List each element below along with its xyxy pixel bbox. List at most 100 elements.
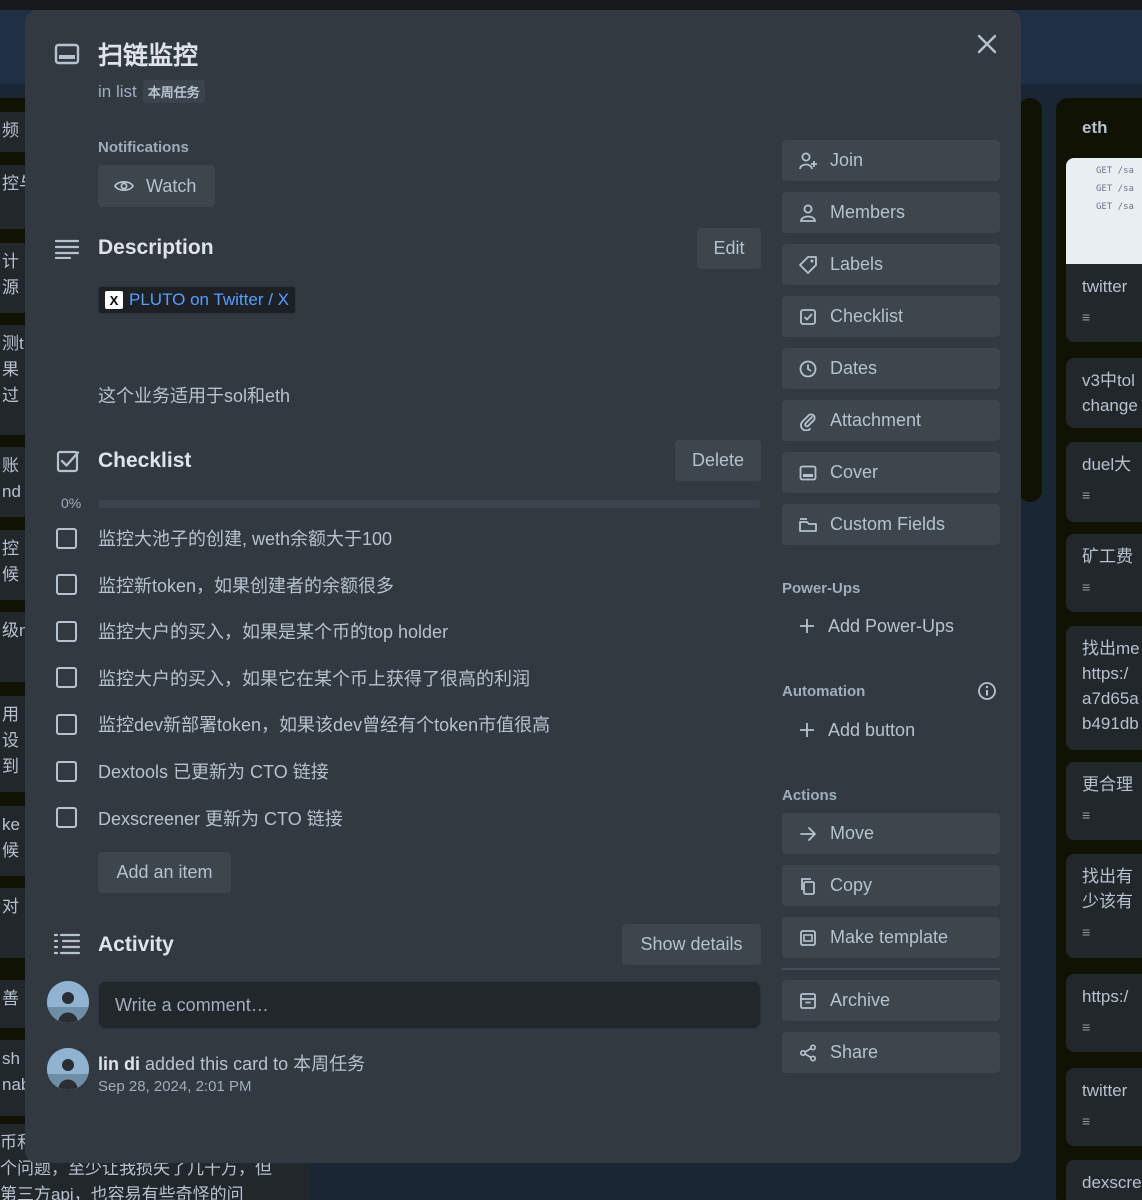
board-card-text: 源 (2, 278, 19, 297)
activity-action: added this card to 本周任务 (145, 1054, 366, 1074)
add-automation-button[interactable]: Add button (782, 711, 915, 749)
members-button[interactable]: Members (782, 192, 1000, 233)
move-label: Move (830, 823, 875, 843)
checklist-button[interactable]: Checklist (782, 296, 1000, 337)
copy-button[interactable]: Copy (782, 865, 1000, 906)
add-powerups-label: Add Power-Ups (828, 615, 955, 636)
paperclip-icon (800, 413, 816, 431)
board-card-text: 设 (2, 731, 19, 750)
checklist-item-text[interactable]: 监控大池子的创建, weth余额大于100 (98, 525, 392, 551)
attachment-button[interactable]: Attachment (782, 400, 1000, 441)
checklist-item-checkbox[interactable] (56, 527, 77, 549)
labels-button[interactable]: Labels (782, 244, 1000, 285)
share-button[interactable]: Share (782, 1032, 1000, 1073)
checklist-item-checkbox[interactable] (56, 620, 77, 642)
watch-button[interactable]: Watch (98, 165, 215, 207)
board-card-text: ke (2, 815, 20, 834)
checklist-item-checkbox[interactable] (56, 760, 77, 782)
edit-description-button[interactable]: Edit (697, 228, 761, 269)
dates-label: Dates (830, 358, 878, 378)
labels-label: Labels (830, 254, 884, 274)
checklist-item[interactable]: 监控大户的买入，如果是某个币的top holder (56, 616, 756, 646)
person-add-icon (799, 152, 817, 169)
checklist-item[interactable]: 监控新token，如果创建者的余额很多 (56, 570, 756, 600)
add-powerups-button[interactable]: Add Power-Ups (782, 607, 954, 645)
description-icon: ≡ (1082, 807, 1091, 823)
board-card[interactable]: 找出me https:/ a7d65a b491db (1066, 626, 1142, 750)
checklist-item[interactable]: Dexscreener 更新为 CTO 链接 (56, 803, 756, 833)
board-card-text: 候 (2, 841, 19, 860)
checklist-progress-percent: 0% (61, 495, 82, 511)
avatar[interactable] (47, 981, 89, 1023)
avatar[interactable] (47, 1048, 89, 1090)
board-card-cover-image: GET /sa GET /sa GET /sa (1066, 158, 1142, 264)
move-button[interactable]: Move (782, 813, 1000, 854)
info-icon[interactable] (976, 680, 998, 702)
board-card[interactable]: duel大 ≡ (1066, 442, 1142, 522)
board-card[interactable]: 更合理 ≡ (1066, 762, 1142, 840)
add-button-label: Add button (828, 719, 916, 740)
checklist-item-text[interactable]: Dexscreener 更新为 CTO 链接 (98, 805, 343, 831)
activity-title: Activity (98, 933, 174, 956)
board-card-text: 果 (2, 360, 19, 379)
checklist-item-checkbox[interactable] (56, 667, 77, 689)
list-name-chip[interactable]: 本周任务 (142, 80, 205, 103)
custom-fields-button[interactable]: Custom Fields (782, 504, 1000, 545)
cover-text: GET /sa (1096, 184, 1134, 194)
archive-button[interactable]: Archive (782, 980, 1000, 1021)
checklist-item-text[interactable]: 监控大户的买入，如果是某个币的top holder (98, 618, 448, 644)
clock-icon (799, 360, 817, 377)
cover-icon (799, 465, 817, 480)
activity-user[interactable]: lin di (98, 1054, 140, 1074)
description-text: 这个业务适用于sol和eth (98, 386, 291, 406)
board-list-title[interactable]: eth (1082, 118, 1108, 138)
watch-label: Watch (146, 175, 197, 196)
plus-icon (800, 619, 814, 633)
description-icon: ≡ (1082, 487, 1091, 503)
board-card-text: 少该有 (1082, 892, 1133, 911)
dates-button[interactable]: Dates (782, 348, 1000, 389)
archive-label: Archive (830, 990, 891, 1010)
delete-checklist-button[interactable]: Delete (675, 440, 761, 481)
board-card[interactable]: https:/ ≡ (1066, 974, 1142, 1052)
checklist-item-text[interactable]: Dextools 已更新为 CTO 链接 (98, 758, 329, 784)
checklist-item-checkbox[interactable] (56, 807, 77, 829)
checklist-item-checkbox[interactable] (56, 574, 77, 596)
board-card-text: 到 (2, 757, 19, 776)
board-card-text: 更合理 (1082, 775, 1133, 794)
board-card[interactable]: 矿工费 ≡ (1066, 534, 1142, 612)
make-template-button[interactable]: Make template (782, 917, 1000, 958)
cover-button[interactable]: Cover (782, 452, 1000, 493)
checklist-item[interactable]: 监控大户的买入，如果它在某个币上获得了很高的利润 (56, 663, 756, 693)
board-card[interactable]: dexscre (1066, 1160, 1142, 1200)
description-icon: ≡ (1082, 309, 1091, 325)
board-card-text: https:/ (1082, 987, 1129, 1006)
board-card[interactable]: twitter ≡ (1066, 264, 1142, 342)
checklist-item-checkbox[interactable] (56, 713, 77, 735)
join-button[interactable]: Join (782, 140, 1000, 181)
close-modal-button[interactable] (969, 26, 1005, 62)
checklist-item-text[interactable]: 监控大户的买入，如果它在某个币上获得了很高的利润 (98, 665, 530, 691)
board-card[interactable]: 找出有 少该有 ≡ (1066, 854, 1142, 958)
checklist-item-text[interactable]: 监控dev新部署token，如果该dev曾经有个token市值很高 (98, 711, 550, 737)
board-card-text: 善 (2, 989, 19, 1008)
activity-timestamp[interactable]: Sep 28, 2024, 2:01 PM (98, 1078, 251, 1095)
checklist-item-text[interactable]: 监控新token，如果创建者的余额很多 (98, 572, 394, 598)
add-checklist-item-button[interactable]: Add an item (98, 852, 231, 893)
board-card-text: 找出有 (1082, 867, 1133, 886)
show-details-button[interactable]: Show details (622, 924, 761, 965)
board-card-text: 测t (2, 334, 24, 353)
board-card-text: 频 (2, 121, 19, 140)
checklist-title[interactable]: Checklist (98, 449, 191, 473)
card-title[interactable]: 扫链监控 (98, 36, 198, 72)
checklist-item[interactable]: Dextools 已更新为 CTO 链接 (56, 756, 756, 786)
checklist-item[interactable]: 监控大池子的创建, weth余额大于100 (56, 523, 756, 553)
board-card[interactable]: twitter ≡ (1066, 1068, 1142, 1146)
board-card-text: 矿工费 (1082, 547, 1133, 566)
board-card-text: 用 (2, 705, 19, 724)
join-label: Join (830, 150, 864, 170)
board-card[interactable]: v3中tol change (1066, 358, 1142, 428)
comment-input[interactable] (98, 981, 761, 1029)
checklist-item[interactable]: 监控dev新部署token，如果该dev曾经有个token市值很高 (56, 709, 756, 739)
description-link[interactable]: X PLUTO on Twitter / X (98, 286, 296, 314)
